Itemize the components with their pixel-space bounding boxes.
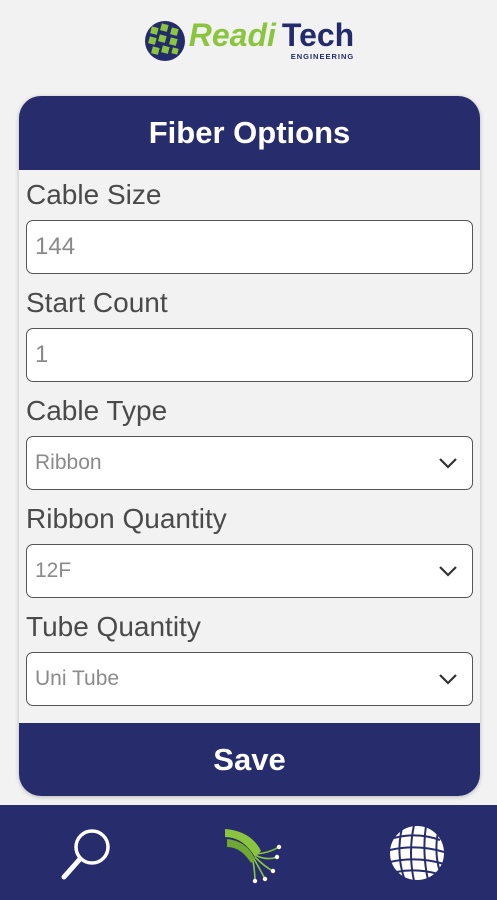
chevron-down-icon	[439, 674, 457, 685]
fiber-cable-icon	[224, 828, 281, 883]
save-button[interactable]: Save	[19, 723, 480, 796]
fiber-options-card: Fiber Options Cable Size 144 Start Count…	[19, 96, 480, 796]
start-count-input[interactable]: 1	[26, 328, 473, 382]
tube-quantity-value: Uni Tube	[35, 667, 120, 690]
ribbon-quantity-value: 12F	[35, 559, 72, 582]
tube-quantity-label: Tube Quantity	[26, 611, 201, 642]
tube-quantity-select[interactable]: Uni Tube	[26, 652, 473, 706]
brand-subtitle: ENGINEERING	[290, 52, 355, 61]
cable-type-label: Cable Type	[26, 395, 168, 426]
cable-type-select[interactable]: Ribbon	[26, 436, 473, 490]
globe-icon	[388, 823, 446, 882]
brand-logo: Readi Tech ENGINEERING	[0, 10, 497, 72]
nav-globe-button[interactable]	[385, 821, 449, 885]
logo-globe-icon	[144, 21, 185, 61]
ribbon-quantity-label: Ribbon Quantity	[26, 503, 227, 534]
cable-size-input[interactable]: 144	[26, 220, 473, 274]
card-title: Fiber Options	[19, 96, 480, 170]
brand-name-readi: Readi	[188, 17, 276, 53]
magnifier-icon	[61, 828, 110, 879]
nav-search-button[interactable]	[56, 821, 120, 885]
bottom-navigation	[0, 805, 497, 900]
ribbon-quantity-select[interactable]: 12F	[26, 544, 473, 598]
chevron-down-icon	[439, 566, 457, 577]
cable-type-value: Ribbon	[35, 451, 102, 474]
nav-fiber-button[interactable]	[221, 821, 285, 885]
brand-name-tech: Tech	[281, 17, 355, 53]
cable-size-label: Cable Size	[26, 179, 162, 210]
start-count-label: Start Count	[26, 287, 168, 318]
chevron-down-icon	[439, 458, 457, 469]
